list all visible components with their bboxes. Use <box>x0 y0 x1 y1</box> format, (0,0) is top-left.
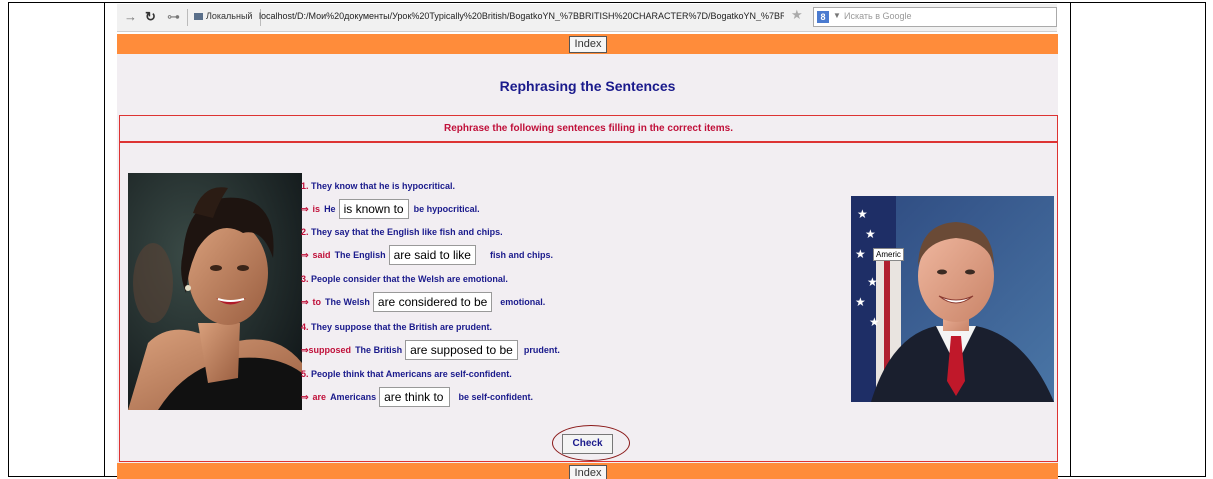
exercise-2-ending: fish and chips. <box>489 250 553 260</box>
reload-icon[interactable]: ↻ <box>145 10 156 24</box>
exercise-5-answer-input[interactable]: are think to <box>379 387 451 407</box>
man-photo: ★ ★ ★ ★ ★ ★ Americ <box>851 196 1054 402</box>
frame-divider-left <box>104 2 105 477</box>
exercise-5-subject: Americans <box>330 392 377 402</box>
toolbar-separator <box>187 9 188 26</box>
site-label: Локальный <box>206 11 253 21</box>
chevron-down-icon[interactable]: ▼ <box>833 11 841 20</box>
svg-text:★: ★ <box>867 275 878 289</box>
exercise-4-answer-input[interactable]: are supposed to be <box>405 340 518 360</box>
svg-text:★: ★ <box>855 295 866 309</box>
bottom-nav-bar: Index <box>117 463 1058 479</box>
check-button[interactable]: Check <box>562 434 613 454</box>
exercise-3-ending: emotional. <box>500 297 546 307</box>
index-button-top[interactable]: Index <box>569 36 607 53</box>
exercise-3-sentence: 3. People consider that the Welsh are em… <box>301 274 508 284</box>
exercise-2-keyword: said <box>312 250 331 260</box>
instruction-text: Rephrase the following sentences filling… <box>444 123 733 134</box>
exercise-page: Rephrasing the Sentences Rephrase the fo… <box>117 54 1058 463</box>
exercise-1-ending: be hypocritical. <box>413 204 480 214</box>
instruction-box: Rephrase the following sentences filling… <box>119 115 1058 142</box>
page-title: Rephrasing the Sentences <box>499 78 676 94</box>
arrow-icon: ⇒ <box>301 344 309 355</box>
frame-divider-right <box>1070 2 1071 477</box>
exercise-2-answer-input[interactable]: are said to like <box>388 245 476 265</box>
key-icon[interactable]: ⊶ <box>167 10 180 24</box>
address-bar[interactable]: localhost/D:/Мои%20документы/Урок%20Typi… <box>259 11 784 21</box>
index-button-bottom[interactable]: Index <box>569 465 607 479</box>
exercise-2-rephrase: ⇒ said The English are said to like fish… <box>301 245 553 265</box>
arrow-icon: ⇒ <box>301 296 309 307</box>
svg-text:★: ★ <box>855 247 866 261</box>
site-icon <box>194 13 203 20</box>
exercise-box: 1. They know that he is hypocritical. ⇒ … <box>119 142 1058 462</box>
search-box[interactable]: 8 ▼ Искать в Google <box>813 7 1057 27</box>
exercise-2-subject: The English <box>334 250 386 260</box>
svg-text:★: ★ <box>869 315 880 329</box>
svg-text:★: ★ <box>857 207 868 221</box>
exercise-5-keyword: are <box>312 392 327 402</box>
arrow-icon: ⇒ <box>301 249 309 260</box>
exercise-1-keyword: is <box>312 204 321 214</box>
site-identity[interactable]: Локальный <box>194 11 252 21</box>
browser-toolbar: → ↻ ⊶ Локальный localhost/D:/Мои%20докум… <box>117 4 1057 32</box>
exercise-3-subject: The Welsh <box>325 297 370 307</box>
svg-text:★: ★ <box>865 227 876 241</box>
exercise-1-rephrase: ⇒ is He is known to be hypocritical. <box>301 199 480 219</box>
exercise-5-ending: be self-confident. <box>458 392 533 402</box>
exercise-3-rephrase: ⇒ to The Welsh are considered to be emot… <box>301 292 545 312</box>
search-placeholder: Искать в Google <box>844 11 912 21</box>
exercise-4-keyword: supposed <box>308 345 352 355</box>
arrow-icon: ⇒ <box>301 203 309 214</box>
google-search-icon[interactable]: 8 <box>817 11 829 23</box>
exercise-4-ending: prudent. <box>523 345 560 355</box>
arrow-icon: ⇒ <box>301 391 309 402</box>
exercise-5-rephrase: ⇒ are Americans are think to be self-con… <box>301 387 533 407</box>
bookmark-star-icon[interactable]: ★ <box>791 7 803 23</box>
exercise-5-sentence: 5. People think that Americans are self-… <box>301 369 512 379</box>
exercise-1-subject: He <box>324 204 336 214</box>
back-icon[interactable]: → <box>124 10 137 24</box>
exercise-4-sentence: 4. They suppose that the British are pru… <box>301 322 493 332</box>
exercise-1-answer-input[interactable]: is known to <box>338 199 409 219</box>
exercise-4-rephrase: ⇒ supposed The British are supposed to b… <box>301 340 560 360</box>
exercise-3-answer-input[interactable]: are considered to be <box>372 292 493 312</box>
exercise-1-sentence: 1. They know that he is hypocritical. <box>301 181 456 191</box>
exercise-4-subject: The British <box>355 345 403 355</box>
woman-photo <box>128 173 302 410</box>
exercise-2-sentence: 2. They say that the English like fish a… <box>301 227 503 237</box>
image-tooltip: Americ <box>873 248 904 261</box>
exercise-3-keyword: to <box>312 297 322 307</box>
top-nav-bar: Index <box>117 34 1058 54</box>
